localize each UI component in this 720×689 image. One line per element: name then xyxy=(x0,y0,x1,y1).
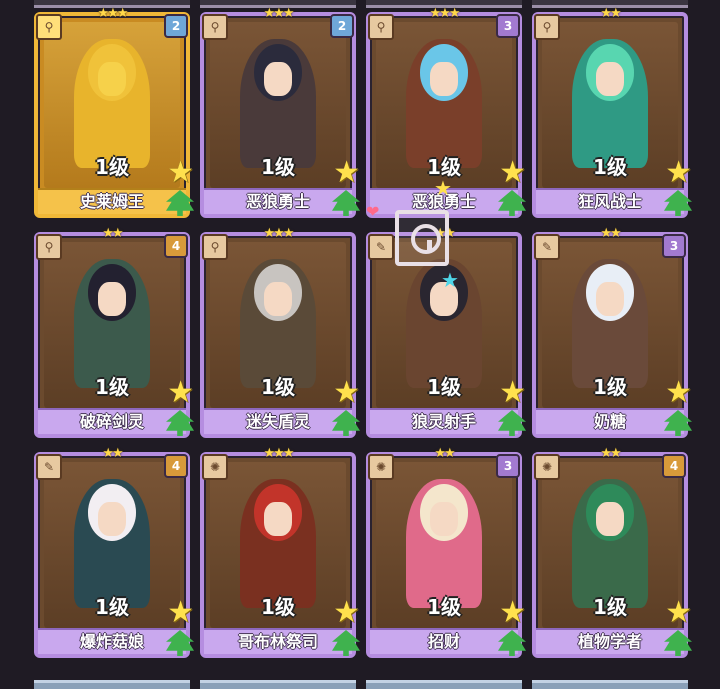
card-name: 招财 xyxy=(370,628,518,654)
star-icon[interactable]: ★ xyxy=(167,598,194,628)
rarity-stars: ★★ xyxy=(600,6,621,21)
bone-icon: ⚲ xyxy=(202,234,228,260)
feather-icon: ✎ xyxy=(36,454,62,480)
character-card[interactable]: ✺ ★★★ 1级 哥布林祭司 ★ xyxy=(200,446,360,658)
feather-icon: ✎ xyxy=(534,234,560,260)
next-row-strip xyxy=(34,680,688,689)
card-name: 爆炸菇娘 xyxy=(38,628,186,654)
star-icon[interactable]: ★ xyxy=(167,158,194,188)
rank-badge: 2 xyxy=(164,14,188,38)
star-sparkle-icon: ★ xyxy=(441,268,459,292)
character-card[interactable]: ⚲ ★★ 1级 狂风战士 ★ xyxy=(532,6,692,218)
card-name: 破碎剑灵 xyxy=(38,408,186,434)
select-cursor-icon xyxy=(395,210,449,266)
character-figure xyxy=(239,38,317,169)
character-figure xyxy=(73,478,151,609)
card-level: 1级 xyxy=(95,375,129,399)
character-card[interactable]: ✺ ★★ 3 1级 招财 ★ xyxy=(366,446,526,658)
sun-icon: ✺ xyxy=(368,454,394,480)
character-card[interactable]: ⚲ ★★ 4 1级 破碎剑灵 ★ xyxy=(34,226,194,438)
bone-icon: ⚲ xyxy=(36,234,62,260)
character-card[interactable]: ⚲ ★★★ 2 1级 史莱姆王 ★ xyxy=(34,6,194,218)
rank-badge: 4 xyxy=(662,454,686,478)
star-icon[interactable]: ★ xyxy=(499,598,526,628)
rarity-stars: ★★★ xyxy=(429,6,461,21)
star-sparkle-icon: ★ xyxy=(434,176,452,200)
star-icon[interactable]: ★ xyxy=(499,378,526,408)
star-icon[interactable]: ★ xyxy=(167,378,194,408)
character-figure xyxy=(405,38,483,169)
star-icon[interactable]: ★ xyxy=(665,378,692,408)
character-figure xyxy=(73,258,151,389)
card-name: 植物学者 xyxy=(536,628,684,654)
heart-sparkle-icon: ❤ xyxy=(366,202,380,221)
card-name: 迷失盾灵 xyxy=(204,408,352,434)
character-card[interactable]: ✎ ★★ 4 1级 爆炸菇娘 ★ xyxy=(34,446,194,658)
character-card[interactable]: ⚲ ★★★ 2 1级 恶狼勇士 ★ xyxy=(200,6,360,218)
rarity-stars: ★★★ xyxy=(97,6,129,21)
rarity-stars: ★★ xyxy=(600,446,621,461)
card-name: 史莱姆王 xyxy=(38,188,186,214)
card-level: 1级 xyxy=(261,375,295,399)
bone-icon: ⚲ xyxy=(534,14,560,40)
character-figure xyxy=(73,38,151,169)
rarity-stars: ★★ xyxy=(102,226,123,241)
card-level: 1级 xyxy=(95,155,129,179)
character-figure xyxy=(571,258,649,389)
card-name: 哥布林祭司 xyxy=(204,628,352,654)
rank-badge: 3 xyxy=(662,234,686,258)
character-figure xyxy=(239,258,317,389)
character-figure xyxy=(571,38,649,169)
rank-badge: 3 xyxy=(496,14,520,38)
rarity-stars: ★★ xyxy=(434,446,455,461)
character-card-grid: ⚲ ★★★ 2 1级 史莱姆王 ★ ⚲ ★★★ 2 1级 恶狼勇士 ★ ⚲ ★★… xyxy=(34,0,692,658)
card-level: 1级 xyxy=(95,595,129,619)
star-icon[interactable]: ★ xyxy=(665,598,692,628)
card-level: 1级 xyxy=(593,595,627,619)
star-icon[interactable]: ★ xyxy=(665,158,692,188)
star-icon[interactable]: ★ xyxy=(333,158,360,188)
star-icon[interactable]: ★ xyxy=(333,598,360,628)
rarity-stars: ★★ xyxy=(102,446,123,461)
rank-badge: 2 xyxy=(330,14,354,38)
rank-badge: 4 xyxy=(164,454,188,478)
rank-badge: 3 xyxy=(496,454,520,478)
sun-icon: ✺ xyxy=(534,454,560,480)
card-level: 1级 xyxy=(593,375,627,399)
rank-badge: 4 xyxy=(164,234,188,258)
rarity-stars: ★★★ xyxy=(263,6,295,21)
card-level: 1级 xyxy=(593,155,627,179)
bone-icon: ⚲ xyxy=(368,14,394,40)
character-figure xyxy=(239,478,317,609)
card-level: 1级 xyxy=(261,155,295,179)
character-card[interactable]: ⚲ ★★★ 1级 迷失盾灵 ★ xyxy=(200,226,360,438)
bone-icon: ⚲ xyxy=(36,14,62,40)
card-name: 狂风战士 xyxy=(536,188,684,214)
rarity-stars: ★★★ xyxy=(263,226,295,241)
feather-icon: ✎ xyxy=(368,234,394,260)
character-card[interactable]: ✺ ★★ 4 1级 植物学者 ★ xyxy=(532,446,692,658)
card-level: 1级 xyxy=(261,595,295,619)
character-figure xyxy=(405,478,483,609)
card-name: 狼灵射手 xyxy=(370,408,518,434)
card-level: 1级 xyxy=(427,375,461,399)
card-name: 奶糖 xyxy=(536,408,684,434)
sun-icon: ✺ xyxy=(202,454,228,480)
character-card[interactable]: ✎ ★★ 3 1级 奶糖 ★ xyxy=(532,226,692,438)
rarity-stars: ★★★ xyxy=(263,446,295,461)
star-icon[interactable]: ★ xyxy=(333,378,360,408)
star-icon[interactable]: ★ xyxy=(499,158,526,188)
bone-icon: ⚲ xyxy=(202,14,228,40)
card-name: 恶狼勇士 xyxy=(204,188,352,214)
character-figure xyxy=(571,478,649,609)
card-level: 1级 xyxy=(427,595,461,619)
rarity-stars: ★★ xyxy=(600,226,621,241)
